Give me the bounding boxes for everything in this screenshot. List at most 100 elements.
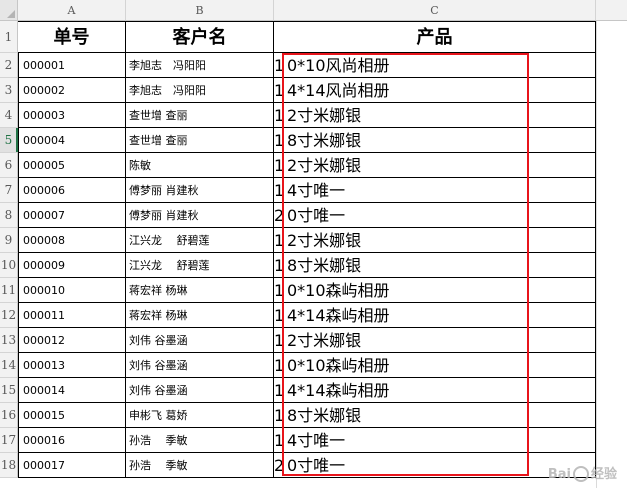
- row-header[interactable]: 7: [0, 178, 18, 203]
- cell-product[interactable]: 1 0*10风尚相册: [274, 53, 596, 78]
- select-all-corner[interactable]: [0, 0, 18, 21]
- spreadsheet: A B C 1 单号 客户名 产品 2 000001 李旭志 冯阳阳 1 0*10风尚相册 3 00…: [0, 0, 627, 488]
- product-text: 0*10森屿相册: [287, 281, 390, 300]
- cell-customer[interactable]: 查世增 查丽: [126, 103, 274, 128]
- row-header[interactable]: 2: [0, 53, 18, 78]
- product-prefix-digit: 1: [274, 281, 285, 300]
- product-prefix-digit: 1: [274, 256, 285, 275]
- cell-customer[interactable]: 刘伟 谷墨涵: [126, 353, 274, 378]
- cell-order-no[interactable]: 000009: [18, 253, 126, 278]
- cell-product[interactable]: 1 8寸米娜银: [274, 403, 596, 428]
- select-all-triangle-icon: [7, 10, 15, 18]
- product-text: 0寸唯一: [287, 456, 346, 475]
- product-prefix-digit: 2: [274, 456, 285, 475]
- cell-product[interactable]: 1 4寸唯一: [274, 178, 596, 203]
- row-header[interactable]: 1: [0, 21, 18, 53]
- cell-product[interactable]: 1 2寸米娜银: [274, 153, 596, 178]
- cell-order-no[interactable]: 000005: [18, 153, 126, 178]
- product-prefix-digit: 1: [274, 356, 285, 375]
- cell-product[interactable]: 1 4寸唯一: [274, 428, 596, 453]
- product-prefix-digit: 1: [274, 331, 285, 350]
- row-header[interactable]: 18: [0, 453, 18, 478]
- cell-order-no[interactable]: 000006: [18, 178, 126, 203]
- product-text: 8寸米娜银: [287, 406, 362, 425]
- product-prefix-digit: 2: [274, 206, 285, 225]
- cell-product[interactable]: 1 4*14森屿相册: [274, 303, 596, 328]
- cell-order-no[interactable]: 000007: [18, 203, 126, 228]
- cell-order-no[interactable]: 000013: [18, 353, 126, 378]
- cell-customer[interactable]: 江兴龙 舒碧莲: [126, 253, 274, 278]
- cell-customer[interactable]: 傅梦丽 肖建秋: [126, 178, 274, 203]
- column-header-d[interactable]: [596, 0, 627, 21]
- cell-customer[interactable]: 李旭志 冯阳阳: [126, 53, 274, 78]
- row-header[interactable]: 9: [0, 228, 18, 253]
- cell-customer[interactable]: 傅梦丽 肖建秋: [126, 203, 274, 228]
- product-text: 4*14森屿相册: [287, 381, 390, 400]
- cell-order-no[interactable]: 000015: [18, 403, 126, 428]
- row-header[interactable]: 6: [0, 153, 18, 178]
- cell-order-no[interactable]: 000002: [18, 78, 126, 103]
- cell-product[interactable]: 1 8寸米娜银: [274, 253, 596, 278]
- cell-order-no[interactable]: 000014: [18, 378, 126, 403]
- cell-product[interactable]: 1 2寸米娜银: [274, 328, 596, 353]
- cell-order-no[interactable]: 000008: [18, 228, 126, 253]
- cell-product[interactable]: 2 0寸唯一: [274, 203, 596, 228]
- row-header[interactable]: 10: [0, 253, 18, 278]
- product-prefix-digit: 1: [274, 381, 285, 400]
- cell-customer[interactable]: 江兴龙 舒碧莲: [126, 228, 274, 253]
- cell-order-no[interactable]: 000012: [18, 328, 126, 353]
- product-text: 2寸米娜银: [287, 231, 362, 250]
- product-text: 2寸米娜银: [287, 156, 362, 175]
- product-text: 8寸米娜银: [287, 131, 362, 150]
- product-prefix-digit: 1: [274, 181, 285, 200]
- cell-product[interactable]: 1 2寸米娜银: [274, 228, 596, 253]
- header-cell-product[interactable]: 产品: [274, 21, 596, 53]
- cell-order-no[interactable]: 000003: [18, 103, 126, 128]
- product-text: 4*14森屿相册: [287, 306, 390, 325]
- product-prefix-digit: 1: [274, 231, 285, 250]
- cell-customer[interactable]: 蒋宏祥 杨琳: [126, 303, 274, 328]
- row-header[interactable]: 5: [0, 128, 18, 153]
- row-header[interactable]: 11: [0, 278, 18, 303]
- cell-order-no[interactable]: 000010: [18, 278, 126, 303]
- cell-customer[interactable]: 李旭志 冯阳阳: [126, 78, 274, 103]
- header-cell-order-no[interactable]: 单号: [18, 21, 126, 53]
- cell-customer[interactable]: 孙浩 季敏: [126, 453, 274, 478]
- cell-customer[interactable]: 刘伟 谷墨涵: [126, 328, 274, 353]
- header-cell-customer[interactable]: 客户名: [126, 21, 274, 53]
- cell-product[interactable]: 1 0*10森屿相册: [274, 278, 596, 303]
- cell-customer[interactable]: 蒋宏祥 杨琳: [126, 278, 274, 303]
- cell-order-no[interactable]: 000017: [18, 453, 126, 478]
- cell-product[interactable]: 1 4*14森屿相册: [274, 378, 596, 403]
- cell-order-no[interactable]: 000016: [18, 428, 126, 453]
- cell-product[interactable]: 1 4*14风尚相册: [274, 78, 596, 103]
- row-header[interactable]: 17: [0, 428, 18, 453]
- row-header[interactable]: 3: [0, 78, 18, 103]
- row-header[interactable]: 15: [0, 378, 18, 403]
- cell-product[interactable]: 1 0*10森屿相册: [274, 353, 596, 378]
- cell-product[interactable]: 1 2寸米娜银: [274, 103, 596, 128]
- row-header[interactable]: 12: [0, 303, 18, 328]
- row-header[interactable]: 14: [0, 353, 18, 378]
- row-header[interactable]: 4: [0, 103, 18, 128]
- watermark-text-jingyan: 经验: [590, 466, 617, 482]
- cell-order-no[interactable]: 000011: [18, 303, 126, 328]
- product-text: 0寸唯一: [287, 206, 346, 225]
- gridline: [596, 21, 597, 488]
- column-header-c[interactable]: C: [274, 0, 596, 21]
- cell-customer[interactable]: 孙浩 季敏: [126, 428, 274, 453]
- row-header[interactable]: 8: [0, 203, 18, 228]
- cell-customer[interactable]: 陈敏: [126, 153, 274, 178]
- column-header-a[interactable]: A: [18, 0, 126, 21]
- cell-customer[interactable]: 申彬飞 葛娇: [126, 403, 274, 428]
- cell-order-no[interactable]: 000004: [18, 128, 126, 153]
- row-header[interactable]: 16: [0, 403, 18, 428]
- row-header[interactable]: 13: [0, 328, 18, 353]
- cell-order-no[interactable]: 000001: [18, 53, 126, 78]
- cell-product[interactable]: 1 8寸米娜银: [274, 128, 596, 153]
- column-header-b[interactable]: B: [126, 0, 274, 21]
- product-prefix-digit: 1: [274, 156, 285, 175]
- cell-customer[interactable]: 查世增 查丽: [126, 128, 274, 153]
- cell-customer[interactable]: 刘伟 谷墨涵: [126, 378, 274, 403]
- product-prefix-digit: 1: [274, 306, 285, 325]
